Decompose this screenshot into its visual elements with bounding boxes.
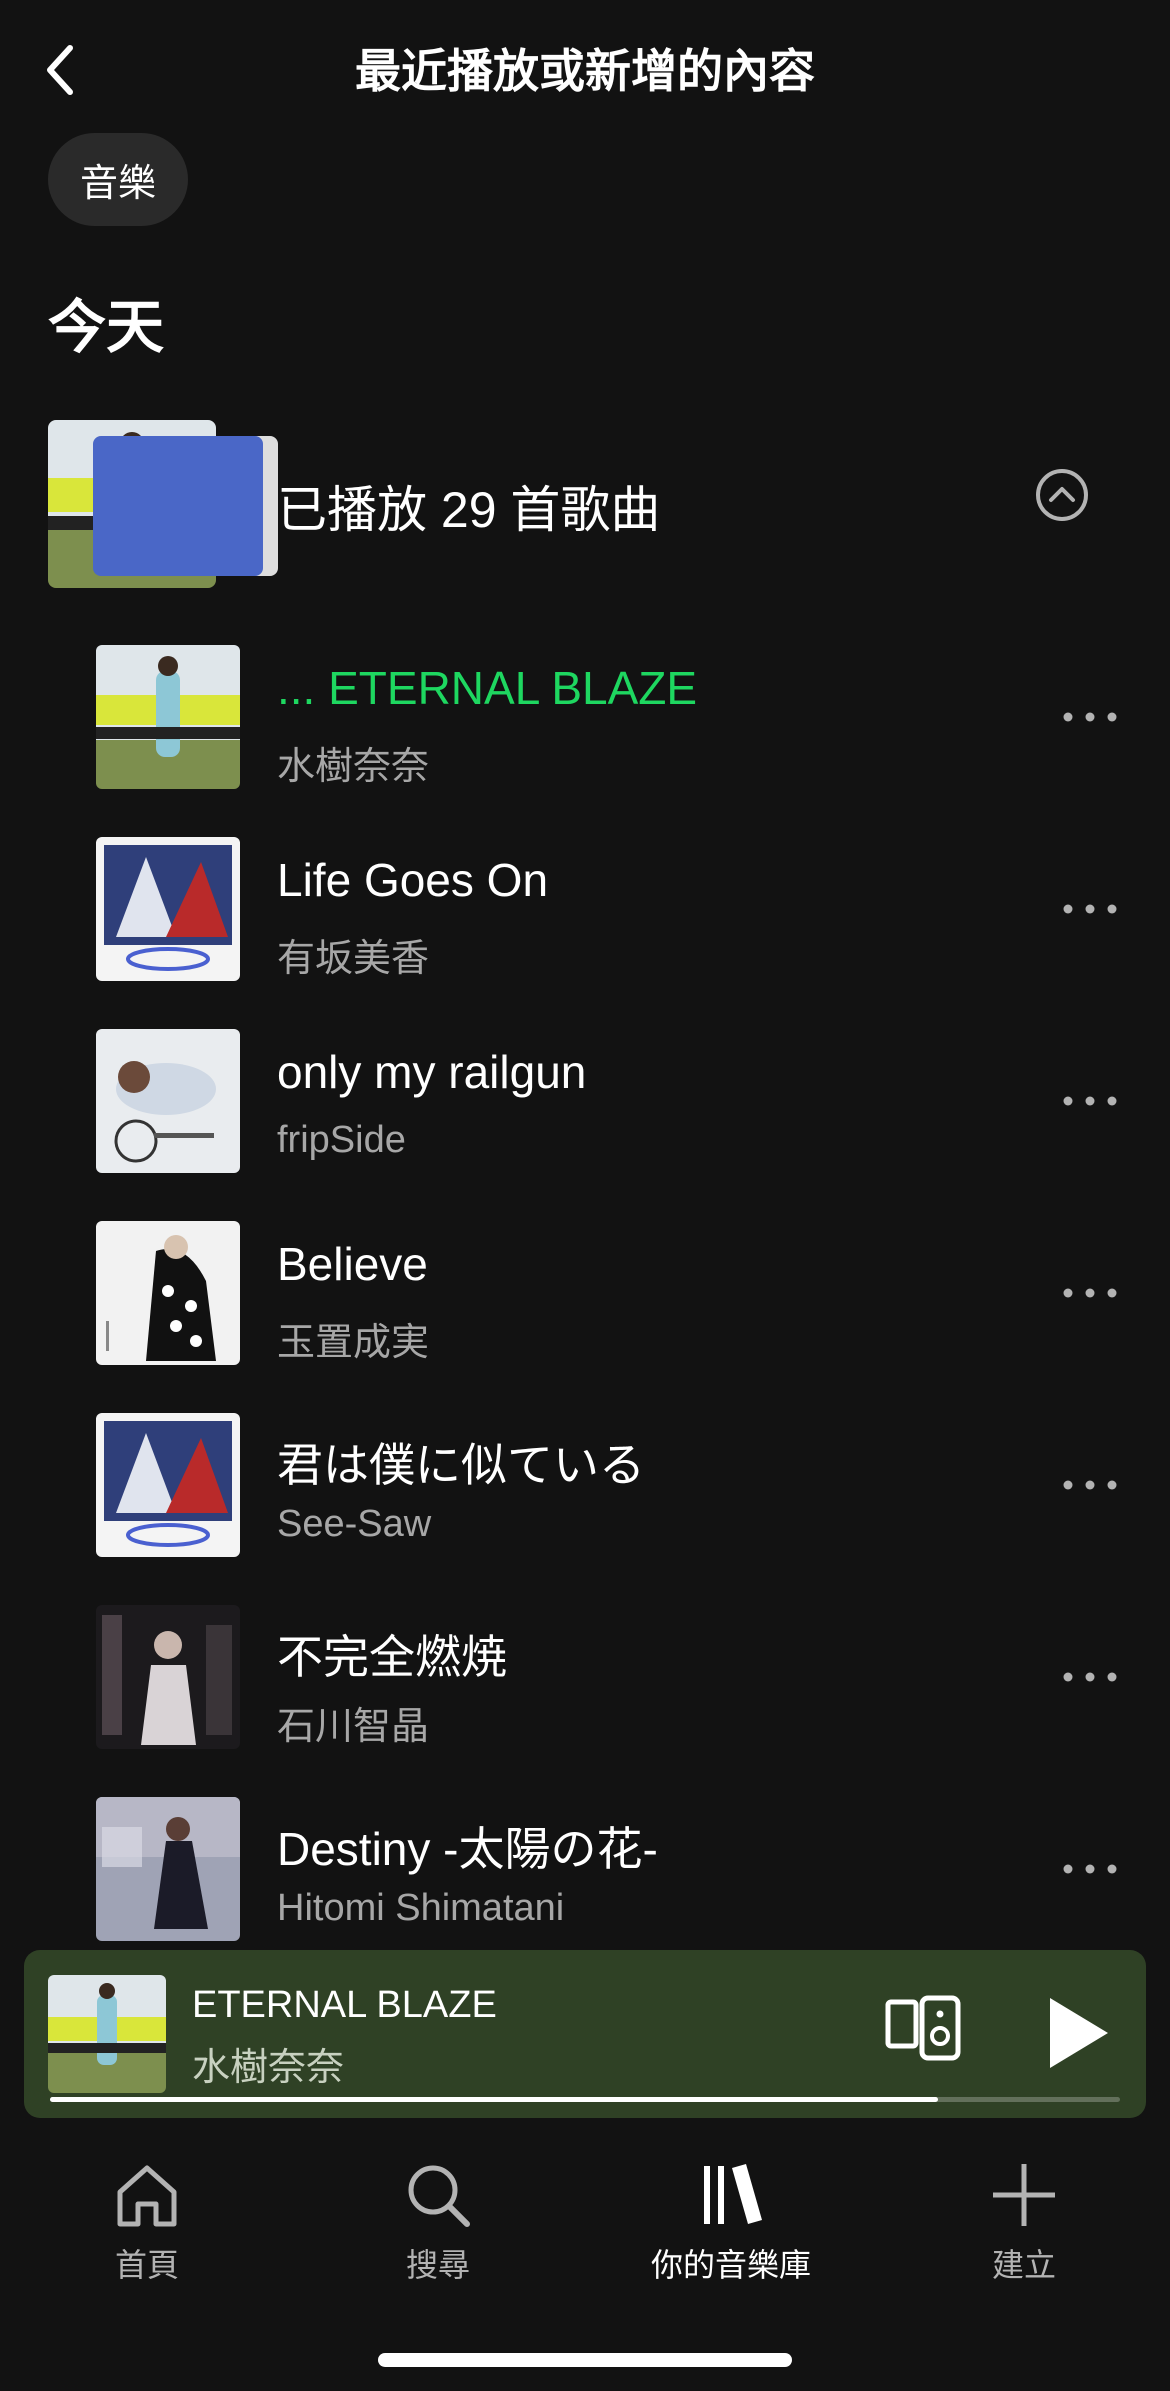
filter-chip-music[interactable]: 音樂 [48, 133, 189, 226]
page-title: 最近播放或新增的內容 [355, 45, 815, 97]
song-artist: 水樹奈奈 [277, 746, 430, 788]
tab-label: 搜尋 [405, 2247, 470, 2283]
more-dots-icon [1063, 712, 1117, 722]
stacked-cover [93, 436, 263, 576]
song-artist: 石川智晶 [277, 1706, 430, 1748]
bottom-tab-bar: 首頁 搜尋 你的音樂庫 建立 [0, 2140, 1170, 2300]
more-options-button[interactable] [1060, 1079, 1120, 1123]
album-art [96, 645, 240, 789]
song-title: only my railgun [277, 1046, 587, 1098]
list-item[interactable]: ... ETERNAL BLAZE 水樹奈奈 [0, 645, 1170, 837]
more-options-button[interactable] [1060, 1271, 1120, 1315]
group-label: 已播放 29 首歌曲 [277, 482, 661, 538]
section-title-today: 今天 [48, 295, 165, 360]
tab-create[interactable]: 建立 [904, 2160, 1144, 2286]
song-artist: See-Saw [277, 1503, 432, 1545]
playback-progress-bar[interactable] [50, 2097, 1120, 2102]
connect-device-icon[interactable] [884, 1994, 964, 2064]
song-title: 君は僕に似ている [277, 1439, 645, 1491]
album-art [96, 1029, 240, 1173]
play-icon[interactable] [1036, 1990, 1116, 2076]
now-playing-art [48, 1975, 166, 2093]
tab-label: 建立 [991, 2247, 1056, 2283]
album-art [96, 1413, 240, 1557]
album-art [96, 1605, 240, 1749]
album-art [96, 1797, 240, 1941]
home-indicator [378, 2353, 792, 2367]
album-art [96, 837, 240, 981]
tab-home[interactable]: 首頁 [27, 2160, 267, 2286]
now-playing-title: ETERNAL BLAZE [192, 1984, 497, 2026]
song-artist: 玉置成実 [277, 1322, 430, 1364]
song-title: ... ETERNAL BLAZE [277, 662, 698, 714]
song-list: ... ETERNAL BLAZE 水樹奈奈 Life Goes On 有坂美香 [0, 645, 1170, 1989]
tab-label: 首頁 [114, 2247, 179, 2283]
plus-icon [993, 2164, 1055, 2226]
album-stack [48, 420, 278, 590]
more-dots-icon [1063, 1096, 1117, 1106]
list-item[interactable]: 不完全燃焼 石川智晶 [0, 1605, 1170, 1797]
more-options-button[interactable] [1060, 1655, 1120, 1699]
mini-player[interactable]: ETERNAL BLAZE 水樹奈奈 [24, 1950, 1146, 2118]
header: 最近播放或新增的內容 [0, 0, 1170, 130]
chevron-up-circle-icon[interactable] [1032, 465, 1092, 525]
more-dots-icon [1063, 904, 1117, 914]
song-title: Destiny -太陽の花- [277, 1823, 658, 1875]
list-item[interactable]: only my railgun fripSide [0, 1029, 1170, 1221]
playback-progress-fill [50, 2097, 939, 2102]
song-artist: 有坂美香 [277, 938, 430, 980]
search-icon [408, 2165, 470, 2227]
more-options-button[interactable] [1060, 1463, 1120, 1507]
more-dots-icon [1063, 1864, 1117, 1874]
song-artist: fripSide [277, 1119, 406, 1161]
more-options-button[interactable] [1060, 1847, 1120, 1891]
more-dots-icon [1063, 1672, 1117, 1682]
more-dots-icon [1063, 1480, 1117, 1490]
now-playing-artist: 水樹奈奈 [192, 2047, 345, 2089]
list-item[interactable]: Life Goes On 有坂美香 [0, 837, 1170, 1029]
more-dots-icon [1063, 1288, 1117, 1298]
tab-library[interactable]: 你的音樂庫 [611, 2160, 851, 2286]
tab-search[interactable]: 搜尋 [318, 2160, 558, 2286]
more-options-button[interactable] [1060, 887, 1120, 931]
song-artist: Hitomi Shimatani [277, 1887, 565, 1929]
list-item[interactable]: 君は僕に似ている See-Saw [0, 1413, 1170, 1605]
list-item[interactable]: Believe 玉置成実 [0, 1221, 1170, 1413]
song-title: Life Goes On [277, 854, 549, 906]
album-art [96, 1221, 240, 1365]
tab-label: 你的音樂庫 [650, 2247, 811, 2283]
played-songs-group[interactable]: 已播放 29 首歌曲 [48, 420, 1128, 590]
more-options-button[interactable] [1060, 695, 1120, 739]
song-title: 不完全燃焼 [277, 1631, 507, 1683]
home-icon [117, 2165, 177, 2227]
song-title: Believe [277, 1238, 428, 1290]
library-icon [704, 2164, 762, 2224]
